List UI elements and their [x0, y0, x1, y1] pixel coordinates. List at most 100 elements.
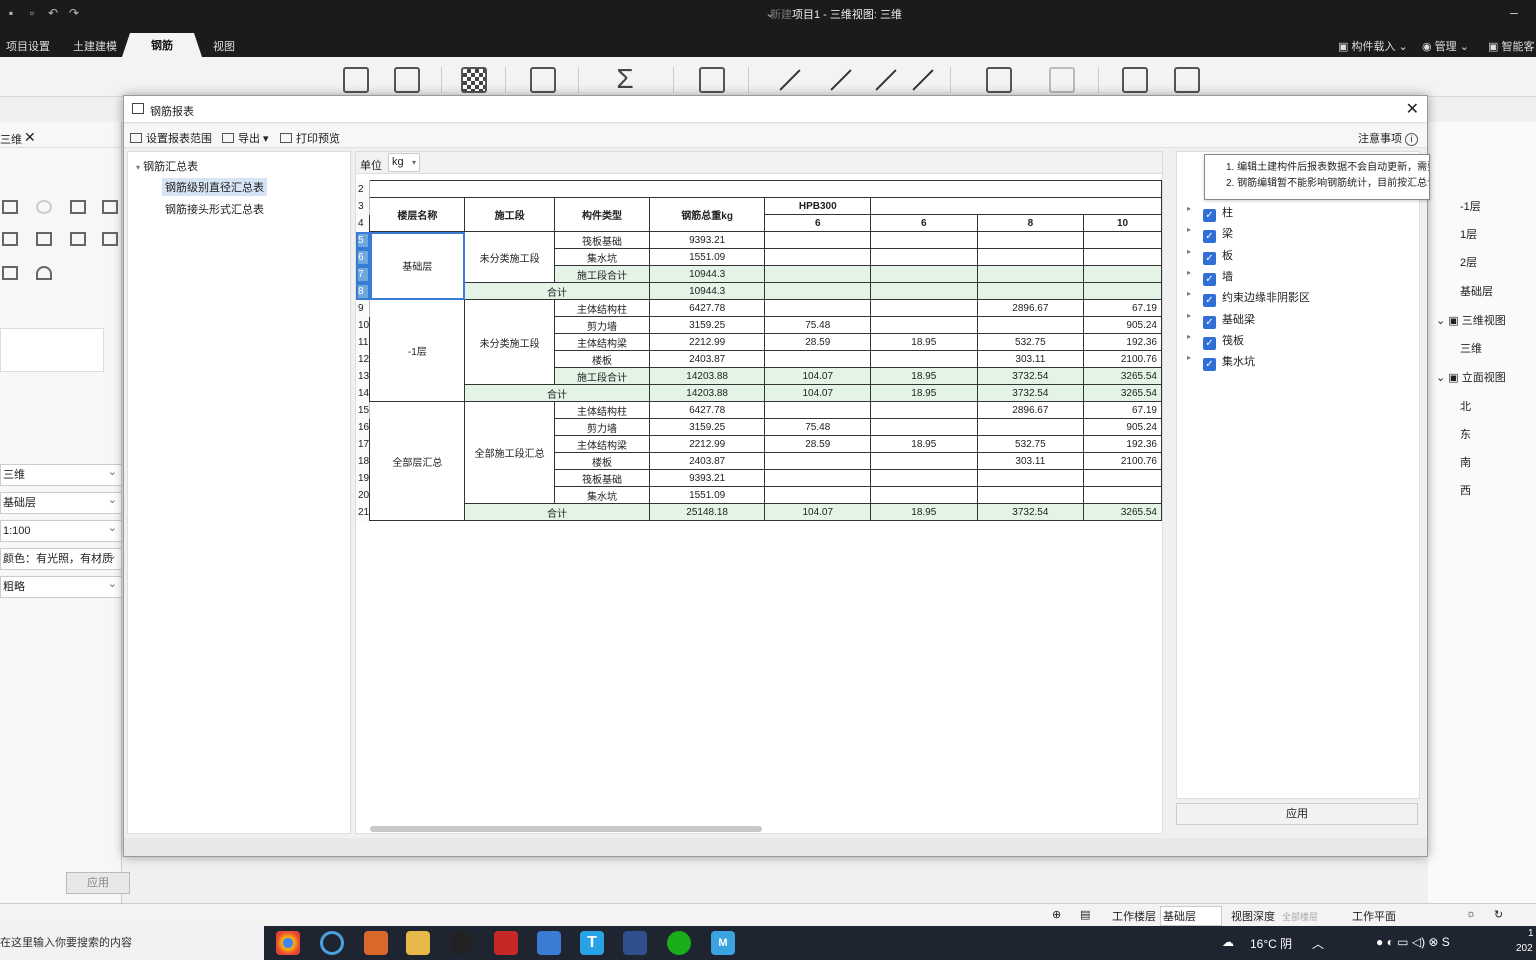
expand-icon[interactable]: ▸	[1187, 225, 1191, 234]
value-cell[interactable]	[870, 299, 978, 317]
cad-icon[interactable]	[623, 931, 647, 955]
value-cell[interactable]	[870, 282, 978, 300]
mail-app-icon[interactable]: M	[711, 931, 735, 955]
value-cell[interactable]	[764, 486, 872, 504]
tree-root[interactable]: ▾ 钢筋汇总表	[136, 158, 198, 174]
total-label-cell[interactable]: 合计	[464, 503, 650, 521]
row-number[interactable]: 3	[356, 197, 371, 215]
tab-project-settings[interactable]: 项目设置	[6, 38, 50, 54]
tool-icon[interactable]	[36, 232, 52, 246]
row-number[interactable]: 4	[356, 214, 371, 232]
ribbon-tool-2-icon[interactable]	[394, 67, 420, 93]
value-cell[interactable]: 104.07	[764, 367, 872, 385]
tab-civil-modeling[interactable]: 土建建模	[73, 38, 117, 54]
work-floor-select[interactable]: 基础层	[1160, 906, 1222, 926]
total-label-cell[interactable]: 合计	[464, 282, 650, 300]
row-number[interactable]: 5	[356, 231, 371, 249]
total-weight-cell[interactable]: 3159.25	[648, 418, 766, 436]
tool-icon[interactable]	[2, 232, 18, 246]
unit-select[interactable]: kg	[388, 153, 420, 172]
value-cell[interactable]	[1083, 265, 1162, 283]
total-weight-cell[interactable]: 14203.88	[648, 367, 766, 385]
line-tool-1-icon[interactable]	[774, 67, 800, 93]
browser-item[interactable]: 东	[1460, 426, 1471, 442]
search-app-icon[interactable]	[320, 931, 344, 955]
total-weight-cell[interactable]: 10944.3	[648, 282, 766, 300]
checkbox[interactable]: ✓	[1203, 358, 1216, 372]
filter-item[interactable]: ▸ ✓ 墙	[1187, 268, 1233, 286]
checker-icon[interactable]	[461, 67, 487, 93]
type-cell[interactable]: 施工段合计	[554, 367, 650, 385]
row-number[interactable]: 13	[356, 367, 371, 385]
sun-icon[interactable]: ☼	[1466, 908, 1476, 920]
value-cell[interactable]: 3732.54	[976, 367, 1085, 385]
value-cell[interactable]: 75.48	[764, 418, 872, 436]
header-diameter[interactable]: 10	[1083, 214, 1162, 232]
tray-icons[interactable]: ● ◐ ▭ ◁) ⊗ S	[1376, 935, 1450, 949]
value-cell[interactable]: 3265.54	[1083, 384, 1162, 402]
folder-icon[interactable]	[406, 931, 430, 955]
total-weight-cell[interactable]: 2403.87	[648, 452, 766, 470]
browser-item[interactable]: 南	[1460, 454, 1471, 470]
value-cell[interactable]: 18.95	[870, 367, 978, 385]
value-cell[interactable]: 18.95	[870, 384, 978, 402]
value-cell[interactable]: 3265.54	[1083, 367, 1162, 385]
value-cell[interactable]	[764, 265, 872, 283]
total-weight-cell[interactable]: 14203.88	[648, 384, 766, 402]
value-cell[interactable]	[764, 299, 872, 317]
row-number[interactable]: 10	[356, 316, 371, 334]
total-weight-cell[interactable]: 25148.18	[648, 503, 766, 521]
header-blank[interactable]	[870, 197, 1162, 215]
checkbox[interactable]: ✓	[1203, 336, 1216, 350]
checkbox[interactable]: ✓	[1203, 251, 1216, 265]
wechat-icon[interactable]	[667, 931, 691, 955]
filter-item[interactable]: ▸ ✓ 筏板	[1187, 332, 1244, 350]
expand-icon[interactable]: ▸	[1187, 204, 1191, 213]
total-weight-cell[interactable]: 9393.21	[648, 469, 766, 487]
value-cell[interactable]: 67.19	[1083, 299, 1162, 317]
filter-item[interactable]: ▸ ✓ 柱	[1187, 204, 1233, 222]
value-cell[interactable]	[764, 231, 872, 249]
type-selector[interactable]	[0, 328, 104, 372]
tool-icon[interactable]	[70, 232, 86, 246]
t-app-icon[interactable]: T	[580, 931, 604, 955]
apply-button[interactable]: 应用	[66, 872, 130, 894]
horizontal-scrollbar[interactable]	[370, 826, 762, 832]
checkbox[interactable]: ✓	[1203, 315, 1216, 329]
header-floor[interactable]: 楼层名称	[369, 197, 466, 232]
set-range-button[interactable]: 设置报表范围	[130, 130, 212, 146]
minimize-icon[interactable]: –	[1510, 4, 1518, 20]
undo-icon[interactable]: ↶	[46, 6, 60, 20]
chevron-up-icon[interactable]: ︿	[1312, 935, 1324, 952]
checkbox[interactable]: ✓	[1203, 230, 1216, 244]
tab-view[interactable]: 视图	[213, 38, 235, 54]
value-cell[interactable]	[1083, 282, 1162, 300]
filter-item[interactable]: ▸ ✓ 基础梁	[1187, 311, 1255, 329]
total-label-cell[interactable]: 合计	[464, 384, 650, 402]
value-cell[interactable]	[976, 248, 1085, 266]
value-cell[interactable]: 905.24	[1083, 316, 1162, 334]
detail-level-select[interactable]: 粗略	[0, 576, 122, 598]
value-cell[interactable]: 2100.76	[1083, 350, 1162, 368]
ribbon-tool-1-icon[interactable]	[343, 67, 369, 93]
value-cell[interactable]	[976, 316, 1085, 334]
value-cell[interactable]: 18.95	[870, 503, 978, 521]
value-cell[interactable]: 532.75	[976, 333, 1085, 351]
row-number[interactable]: 14	[356, 384, 371, 402]
value-cell[interactable]: 3732.54	[976, 384, 1085, 402]
header-type[interactable]: 构件类型	[554, 197, 650, 232]
row-number[interactable]: 20	[356, 486, 371, 504]
expand-icon[interactable]: ▸	[1187, 332, 1191, 341]
tool-icon[interactable]	[102, 232, 118, 246]
ruler-icon[interactable]	[2, 266, 18, 280]
value-cell[interactable]: 532.75	[976, 435, 1085, 453]
value-cell[interactable]: 905.24	[1083, 418, 1162, 436]
value-cell[interactable]: 2896.67	[976, 401, 1085, 419]
qq-icon[interactable]	[450, 931, 474, 955]
taskbar-search[interactable]: 在这里输入你要搜索的内容	[0, 926, 264, 960]
wps-icon[interactable]	[494, 931, 518, 955]
type-cell[interactable]: 施工段合计	[554, 265, 650, 283]
type-cell[interactable]: 主体结构柱	[554, 299, 650, 317]
expand-icon[interactable]: ▸	[1187, 289, 1191, 298]
value-cell[interactable]: 18.95	[870, 333, 978, 351]
